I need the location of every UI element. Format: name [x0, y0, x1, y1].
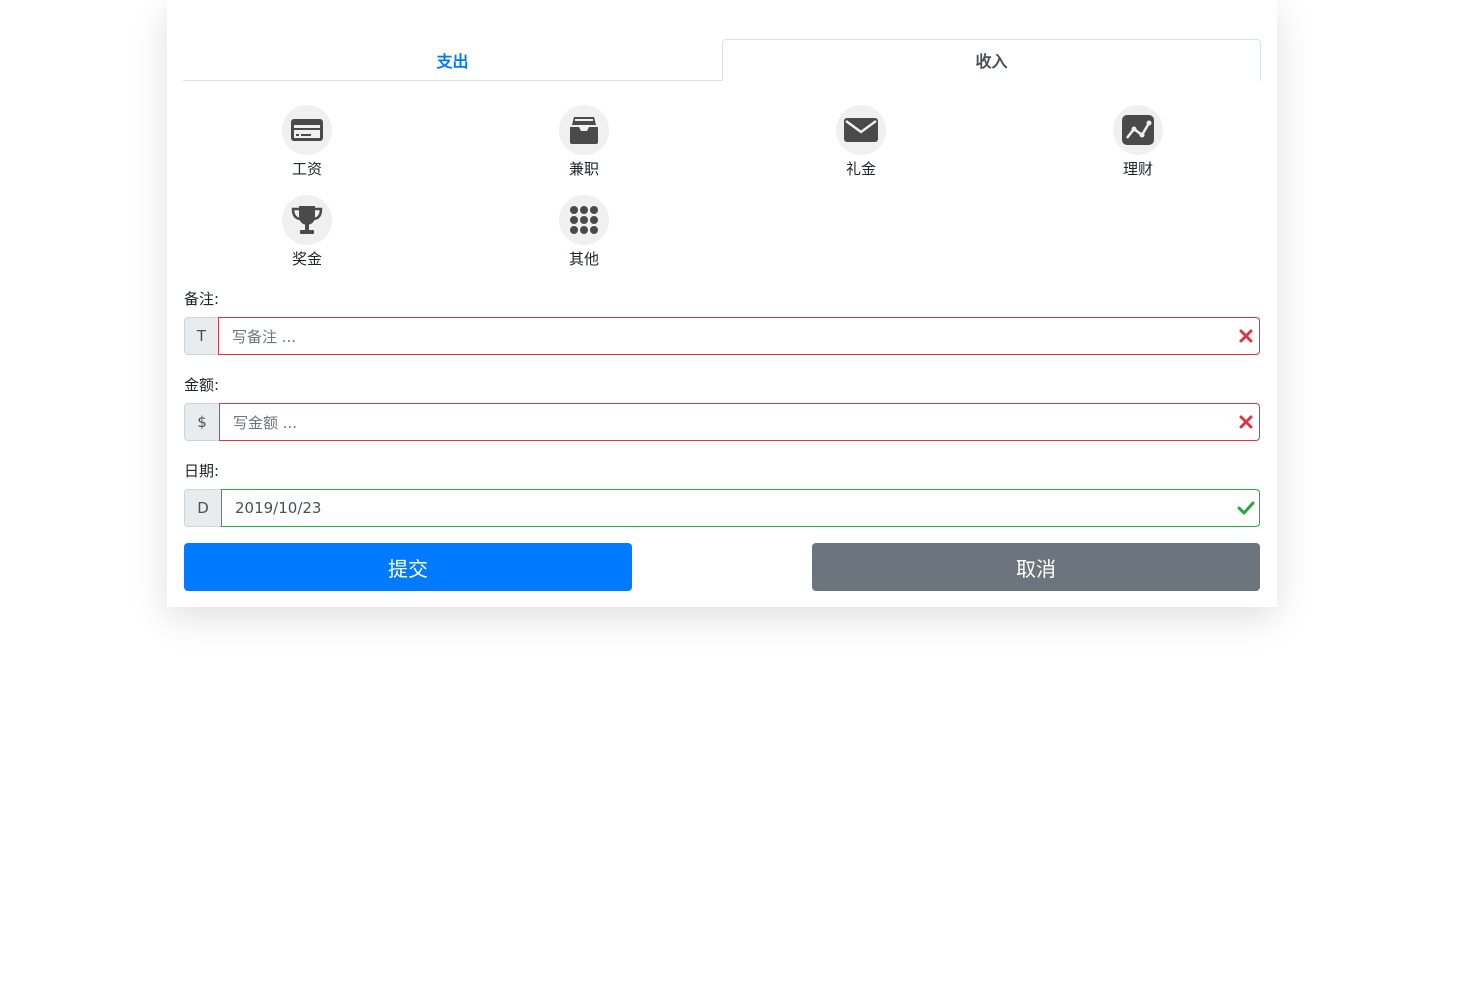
category-label: 理财	[1122, 160, 1153, 178]
category-item-gift[interactable]: 礼金	[801, 105, 921, 179]
category-icon-circle	[282, 195, 332, 245]
date-label: 日期:	[184, 462, 220, 480]
cancel-button[interactable]: 取消	[812, 543, 1260, 591]
category-label: 礼金	[845, 160, 876, 178]
note-input-group: T 写备注 ...	[184, 317, 1260, 355]
amount-label: 金额:	[184, 376, 220, 394]
date-value: 2019/10/23	[235, 499, 322, 517]
invalid-x-icon	[1239, 415, 1253, 429]
category-item-salary[interactable]: 工资	[247, 105, 367, 179]
category-icon-circle	[559, 105, 609, 155]
note-label: 备注:	[184, 290, 220, 308]
amount-input-group: $ 写金额 ...	[184, 403, 1260, 441]
category-item-finance[interactable]: 理财	[1078, 105, 1198, 179]
category-item-parttime[interactable]: 兼职	[524, 105, 644, 179]
note-prefix: T	[184, 317, 218, 355]
date-prefix: D	[184, 489, 221, 527]
date-input-group: D 2019/10/23	[184, 489, 1260, 527]
credit-card-icon	[291, 119, 323, 141]
income-form-card: 支出 收入 工资 兼职 礼金 理财 奖金 其他 备注: T 写备注 ... 金额…	[167, 0, 1277, 607]
chart-line-icon	[1122, 115, 1154, 145]
trophy-icon	[291, 206, 323, 234]
envelope-icon	[844, 118, 878, 142]
category-icon-circle	[559, 195, 609, 245]
submit-button[interactable]: 提交	[184, 543, 632, 591]
type-tabs: 支出 收入	[183, 39, 1261, 81]
amount-prefix: $	[184, 403, 219, 441]
category-item-bonus[interactable]: 奖金	[247, 195, 367, 269]
amount-placeholder: 写金额 ...	[233, 413, 298, 432]
note-placeholder: 写备注 ...	[232, 327, 297, 346]
amount-input[interactable]: 写金额 ...	[219, 403, 1260, 441]
category-icon-circle	[282, 105, 332, 155]
valid-check-icon	[1237, 501, 1255, 515]
category-label: 兼职	[568, 160, 599, 178]
date-input[interactable]: 2019/10/23	[221, 489, 1260, 527]
category-label: 其他	[568, 250, 599, 268]
tab-expense[interactable]: 支出	[183, 39, 722, 81]
tab-income[interactable]: 收入	[722, 39, 1261, 81]
invalid-x-icon	[1239, 329, 1253, 343]
category-label: 工资	[291, 160, 322, 178]
inbox-icon	[570, 117, 598, 144]
category-icon-circle	[836, 105, 886, 155]
grid-dots-icon	[570, 206, 598, 234]
category-label: 奖金	[291, 250, 322, 268]
category-item-other[interactable]: 其他	[524, 195, 644, 269]
category-icon-circle	[1113, 105, 1163, 155]
note-input[interactable]: 写备注 ...	[218, 317, 1260, 355]
